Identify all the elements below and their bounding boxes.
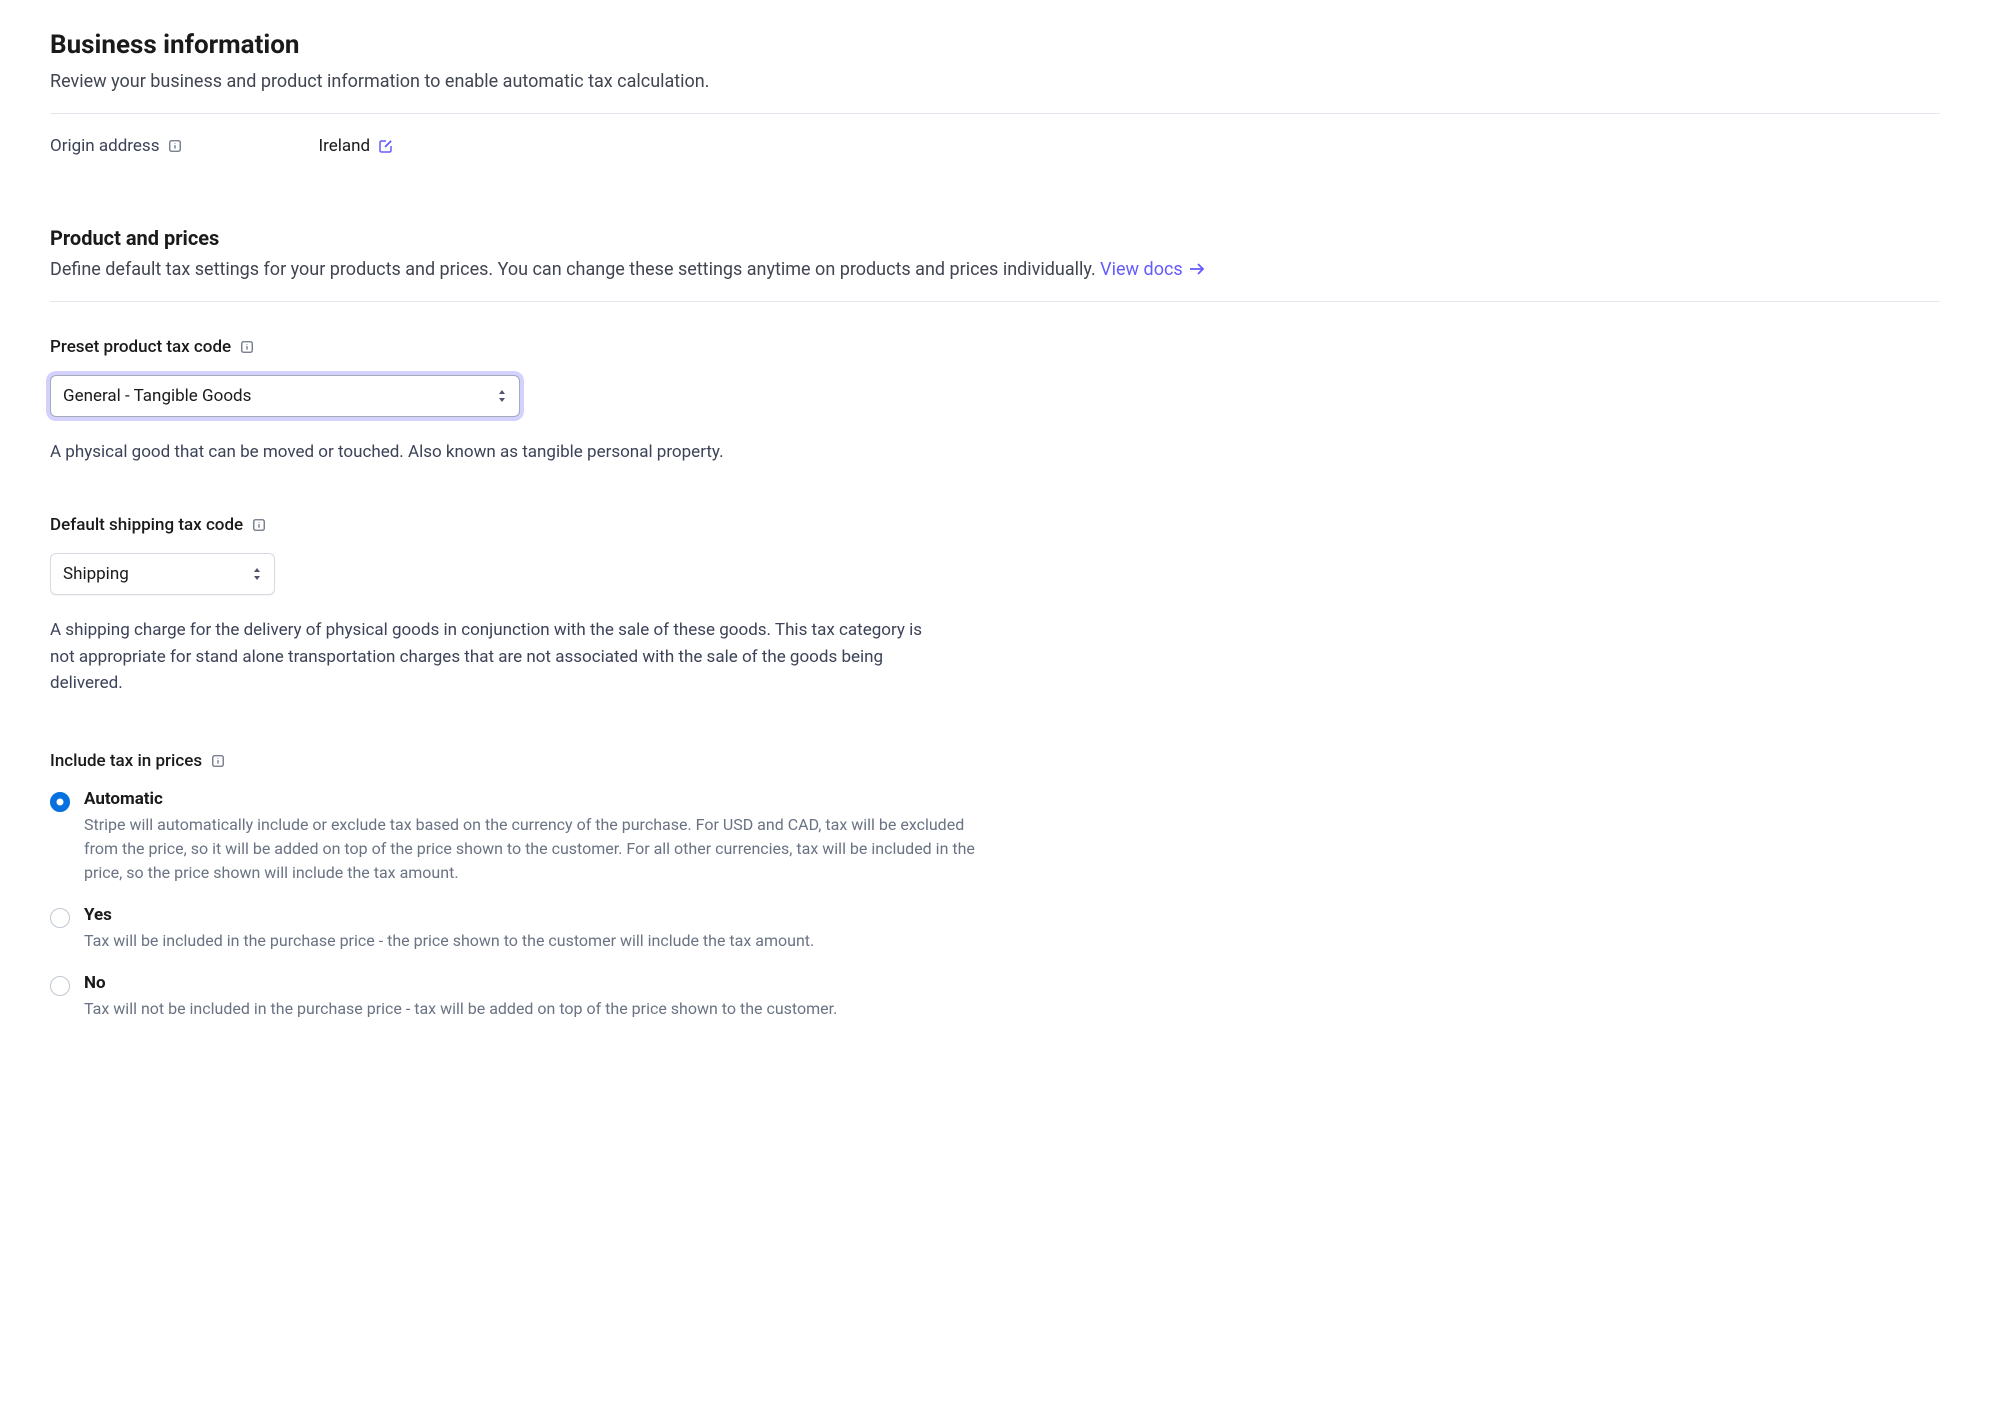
origin-address-label-wrap: Origin address — [50, 136, 183, 156]
origin-address-row: Origin address Ireland — [50, 136, 1940, 156]
include-tax-radio-group: Automatic Stripe will automatically incl… — [50, 789, 1940, 1021]
shipping-tax-code-select-wrap: Shipping — [50, 553, 275, 595]
preset-tax-code-group: Preset product tax code General - Tangib… — [50, 337, 1940, 465]
preset-tax-code-value: General - Tangible Goods — [63, 386, 251, 406]
info-icon[interactable] — [239, 339, 255, 355]
radio-desc: Tax will be included in the purchase pri… — [84, 929, 984, 953]
radio-title: Yes — [84, 905, 984, 925]
radio-content: Automatic Stripe will automatically incl… — [84, 789, 984, 885]
info-icon[interactable] — [251, 517, 267, 533]
select-arrows-icon — [252, 567, 262, 581]
radio-content: No Tax will not be included in the purch… — [84, 973, 984, 1021]
select-arrows-icon — [497, 389, 507, 403]
radio-circle-icon — [50, 908, 70, 928]
include-tax-group: Include tax in prices Automatic Stripe w… — [50, 751, 1940, 1021]
radio-title: No — [84, 973, 984, 993]
edit-icon[interactable] — [378, 138, 394, 154]
radio-content: Yes Tax will be included in the purchase… — [84, 905, 984, 953]
origin-address-value: Ireland — [318, 136, 370, 156]
shipping-tax-code-group: Default shipping tax code Shipping A shi… — [50, 515, 1940, 696]
radio-desc: Tax will not be included in the purchase… — [84, 997, 984, 1021]
origin-address-value-wrap: Ireland — [318, 136, 394, 156]
radio-yes[interactable]: Yes Tax will be included in the purchase… — [50, 905, 1940, 953]
view-docs-link[interactable]: View docs — [1100, 256, 1205, 283]
preset-tax-code-select[interactable]: General - Tangible Goods — [50, 375, 520, 417]
business-desc: Review your business and product informa… — [50, 68, 1940, 95]
shipping-tax-code-label: Default shipping tax code — [50, 515, 243, 535]
product-prices-section: Product and prices Define default tax se… — [50, 226, 1940, 283]
product-desc: Define default tax settings for your pro… — [50, 259, 1100, 280]
view-docs-label: View docs — [1100, 256, 1183, 283]
shipping-tax-code-select[interactable]: Shipping — [50, 553, 275, 595]
product-desc-wrap: Define default tax settings for your pro… — [50, 256, 1940, 283]
preset-tax-code-label: Preset product tax code — [50, 337, 231, 357]
preset-tax-code-help: A physical good that can be moved or tou… — [50, 439, 950, 465]
preset-tax-code-label-wrap: Preset product tax code — [50, 337, 1940, 357]
include-tax-label-wrap: Include tax in prices — [50, 751, 1940, 771]
radio-circle-icon — [50, 976, 70, 996]
arrow-right-icon — [1189, 256, 1205, 283]
shipping-tax-code-value: Shipping — [63, 564, 129, 584]
business-title: Business information — [50, 30, 1940, 60]
radio-automatic[interactable]: Automatic Stripe will automatically incl… — [50, 789, 1940, 885]
radio-title: Automatic — [84, 789, 984, 809]
include-tax-label: Include tax in prices — [50, 751, 202, 771]
info-icon[interactable] — [167, 138, 183, 154]
radio-desc: Stripe will automatically include or exc… — [84, 813, 984, 885]
shipping-tax-code-help: A shipping charge for the delivery of ph… — [50, 617, 950, 696]
divider — [50, 113, 1940, 114]
product-title: Product and prices — [50, 226, 1940, 250]
origin-address-label: Origin address — [50, 136, 159, 156]
business-information-section: Business information Review your busines… — [50, 30, 1940, 95]
divider — [50, 301, 1940, 302]
radio-no[interactable]: No Tax will not be included in the purch… — [50, 973, 1940, 1021]
preset-tax-code-select-wrap: General - Tangible Goods — [50, 375, 520, 417]
info-icon[interactable] — [210, 753, 226, 769]
radio-circle-icon — [50, 792, 70, 812]
shipping-tax-code-label-wrap: Default shipping tax code — [50, 515, 1940, 535]
